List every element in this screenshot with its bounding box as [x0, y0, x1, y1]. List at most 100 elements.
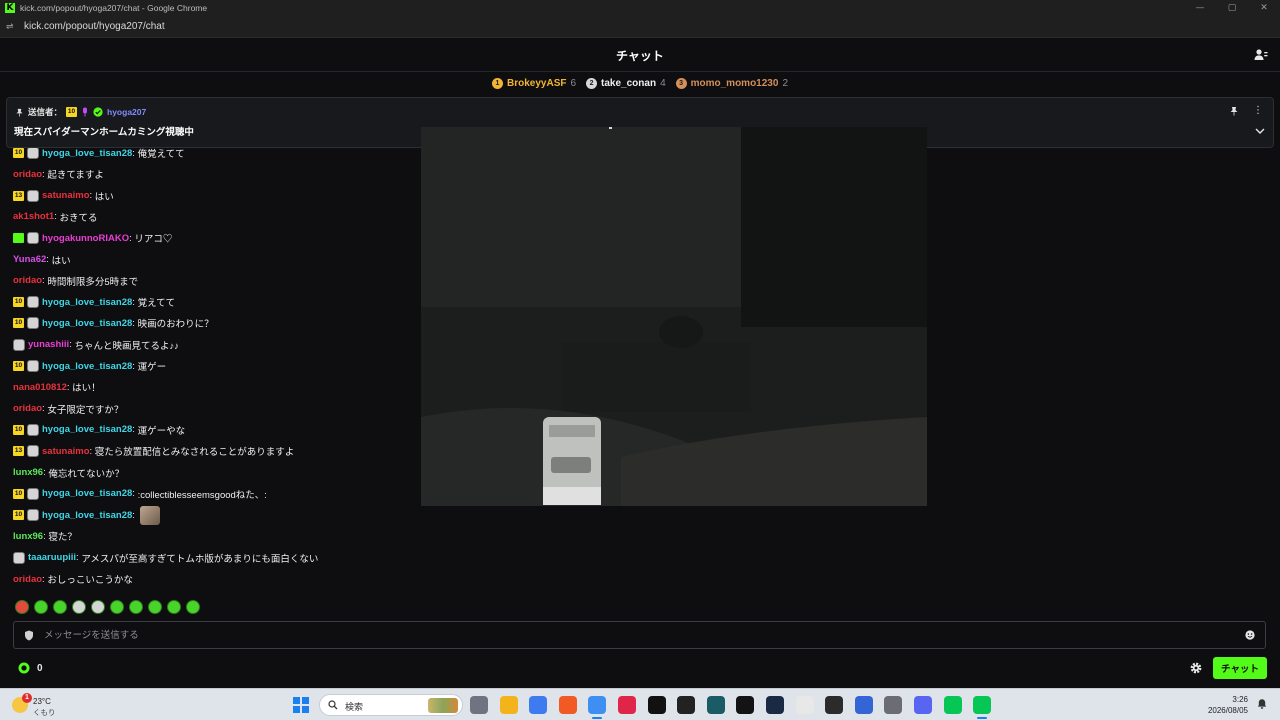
app-green-icon[interactable]	[736, 696, 755, 714]
leaderboard-item[interactable]: 2 take_conan 4	[586, 77, 666, 89]
tiktok-icon[interactable]	[647, 696, 666, 714]
message-username[interactable]: ak1shot1	[13, 211, 54, 222]
message-username[interactable]: nana010812	[13, 382, 67, 393]
emote-button[interactable]	[186, 600, 200, 614]
chat-message[interactable]: taaaruupiii: アメスパが至高すぎてトムホ版があまりにも面白くない	[13, 551, 318, 565]
message-username[interactable]: hyoga_love_tisan28	[42, 148, 132, 159]
message-username[interactable]: oridao	[13, 169, 42, 180]
emote-button[interactable]	[148, 600, 162, 614]
notification-bell-icon[interactable]	[1256, 698, 1268, 710]
message-username[interactable]: hyoga_love_tisan28	[42, 318, 132, 329]
emote-button[interactable]	[72, 600, 86, 614]
chat-message[interactable]: 10 hyoga_love_tisan28:	[13, 505, 160, 525]
emote-button[interactable]	[129, 600, 143, 614]
file-explorer-icon[interactable]	[499, 696, 518, 714]
line-active-icon[interactable]	[973, 696, 992, 719]
app-red-icon[interactable]	[618, 696, 636, 714]
chat-message[interactable]: Yuna62: はい	[13, 253, 71, 267]
chat-message[interactable]: lunx96: 寝た？	[13, 529, 77, 544]
more-options-icon[interactable]: ⋮	[1253, 105, 1263, 116]
address-bar[interactable]: ⇌ kick.com/popout/hyoga207/chat	[0, 16, 1280, 38]
message-username[interactable]: oridao	[13, 275, 42, 286]
stream-video-preview[interactable]	[421, 127, 927, 506]
chat-message[interactable]: yunashiii: ちゃんと映画見てるよ♪♪	[13, 338, 179, 352]
chrome-icon[interactable]	[588, 696, 607, 719]
message-username[interactable]: lunx96	[13, 467, 43, 478]
leaderboard-item[interactable]: 3 momo_momo1230 2	[675, 77, 788, 89]
chat-message[interactable]: 10 hyoga_love_tisan28: :collectiblesseems…	[13, 487, 267, 501]
weather-widget[interactable]: 1 23°C くもり	[12, 693, 72, 717]
message-username[interactable]: hyoga_love_tisan28	[42, 361, 132, 372]
chat-input-box[interactable]	[13, 621, 1266, 649]
message-username[interactable]: satunaimo	[42, 446, 90, 457]
chat-message[interactable]: 10 hyoga_love_tisan28: 俺覚えてて	[13, 146, 185, 160]
users-icon[interactable]	[1254, 48, 1268, 62]
message-username[interactable]: hyoga_love_tisan28	[42, 297, 132, 308]
steam-icon[interactable]	[766, 696, 784, 714]
app-star-icon[interactable]	[854, 696, 873, 714]
channel-points[interactable]: 0	[18, 662, 43, 674]
app-teal-icon[interactable]	[706, 696, 725, 714]
site-info-icon[interactable]: ⇌	[6, 22, 16, 32]
chat-message[interactable]: ak1shot1: おきてる	[13, 210, 97, 224]
brave-icon[interactable]	[558, 696, 577, 714]
chat-message[interactable]: 10 hyoga_love_tisan28: 映画のおわりに？	[13, 316, 214, 330]
taskbar-search[interactable]: 検索	[319, 694, 463, 716]
avatar-icon	[27, 445, 39, 458]
message-username[interactable]: oridao	[13, 403, 42, 414]
pinned-user[interactable]: hyoga207	[107, 107, 146, 117]
message-username[interactable]: hyoga_love_tisan28	[42, 488, 132, 499]
shield-icon[interactable]	[24, 630, 34, 641]
chat-message[interactable]: 10 hyoga_love_tisan28: 運ゲーやな	[13, 423, 185, 437]
app-blue-icon[interactable]	[529, 696, 548, 714]
chat-message[interactable]: hyogakunnoRIAKO: リアコ♡	[13, 231, 172, 245]
message-username[interactable]: hyoga_love_tisan28	[42, 424, 132, 435]
emoji-picker-icon[interactable]	[1245, 630, 1255, 640]
emote-button[interactable]	[91, 600, 105, 614]
emote-button[interactable]	[34, 600, 48, 614]
pin-icon[interactable]	[1229, 106, 1239, 116]
obs-icon[interactable]	[825, 696, 844, 714]
subscriber-badge: 10	[66, 107, 78, 117]
message-username[interactable]: yunashiii	[28, 339, 69, 350]
chat-message[interactable]: 13 satunaimo: はい	[13, 189, 114, 203]
close-button[interactable]: ✕	[1248, 0, 1280, 16]
chat-message[interactable]: 10 hyoga_love_tisan28: 覚えてて	[13, 295, 175, 309]
app-multi-icon[interactable]	[795, 696, 814, 714]
address-url[interactable]: kick.com/popout/hyoga207/chat	[24, 21, 165, 32]
emote-button[interactable]	[167, 600, 181, 614]
system-clock[interactable]: 3:26 2026/08/05	[1208, 694, 1248, 716]
message-username[interactable]: satunaimo	[42, 190, 90, 201]
start-button[interactable]	[293, 697, 309, 713]
chat-message[interactable]: lunx96: 俺忘れてないか？	[13, 466, 124, 480]
chat-message[interactable]: nana010812: はい！	[13, 380, 101, 395]
chat-message[interactable]: 13 satunaimo: 寝たら放置配信とみなされることがありますよ	[13, 444, 294, 458]
emote-button[interactable]	[53, 600, 67, 614]
message-username[interactable]: taaaruupiii	[28, 552, 76, 563]
maximize-button[interactable]: ▢	[1216, 0, 1248, 16]
message-username[interactable]: hyogakunnoRIAKO	[42, 233, 129, 244]
chat-message[interactable]: oridao: おしっこいこうかな	[13, 572, 133, 587]
avatar-icon	[13, 551, 25, 564]
gear-icon[interactable]	[1189, 661, 1203, 675]
task-view-icon[interactable]	[470, 696, 488, 714]
emote-button[interactable]	[15, 600, 29, 614]
chat-message[interactable]: oridao: 女子限定ですか？	[13, 402, 123, 416]
leaderboard-item[interactable]: 1 BrokeyyASF 6	[492, 77, 576, 89]
message-input[interactable]	[44, 627, 1224, 644]
discord-icon[interactable]	[914, 696, 932, 714]
chat-message[interactable]: oridao: 起きてますよ	[13, 167, 104, 182]
message-username[interactable]: oridao	[13, 574, 42, 585]
line-icon[interactable]	[943, 696, 962, 714]
message-username[interactable]: lunx96	[13, 531, 43, 542]
chat-message[interactable]: oridao: 時間制限多分5時まで	[13, 274, 138, 288]
chevron-down-icon[interactable]	[1255, 127, 1265, 135]
emote-button[interactable]	[110, 600, 124, 614]
send-chat-button[interactable]: チャット	[1213, 657, 1267, 679]
settings-icon[interactable]	[884, 696, 903, 714]
chat-message[interactable]: 10 hyoga_love_tisan28: 運ゲー	[13, 359, 166, 373]
app-dark-icon[interactable]	[677, 696, 696, 714]
message-username[interactable]: hyoga_love_tisan28	[42, 510, 132, 521]
message-username[interactable]: Yuna62	[13, 254, 46, 265]
minimize-button[interactable]: —	[1184, 0, 1216, 16]
